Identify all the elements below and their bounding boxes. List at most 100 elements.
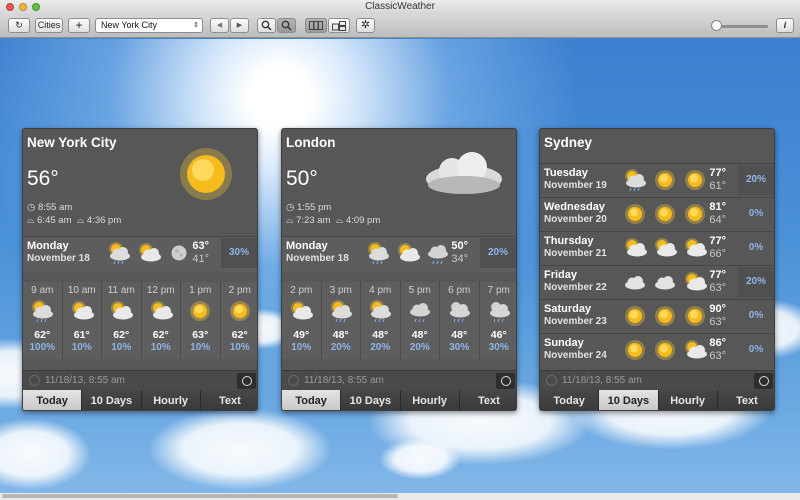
sun-icon bbox=[227, 299, 253, 323]
hour-cell[interactable]: 10 am 61° 10% bbox=[62, 282, 102, 359]
day-date: November 18 bbox=[27, 253, 90, 264]
sun-cloud-rain-icon bbox=[622, 168, 648, 192]
day-name: Sunday bbox=[544, 337, 584, 349]
tab-10-days[interactable]: 10 Days bbox=[341, 390, 401, 410]
sunset-time: 4:09 pm bbox=[345, 215, 381, 226]
precipitation-chance: 0% bbox=[748, 344, 764, 355]
hour-cell[interactable]: 11 am 62° 10% bbox=[102, 282, 142, 359]
tab-10-days[interactable]: 10 Days bbox=[82, 390, 142, 410]
sunrise-icon: ⌓ bbox=[286, 215, 294, 226]
hour-cell[interactable]: 2 pm 49° 10% bbox=[282, 282, 322, 359]
close-window-button[interactable] bbox=[6, 3, 14, 11]
forecast-day-row[interactable]: Saturday November 23 90° 63° 0% bbox=[540, 299, 774, 333]
hour-cell[interactable]: 12 pm 62° 10% bbox=[141, 282, 181, 359]
layout-grid-button[interactable] bbox=[328, 18, 350, 33]
circle-toggle-button[interactable] bbox=[754, 373, 773, 389]
precipitation-chance: 0% bbox=[748, 242, 764, 253]
forecast-day-row[interactable]: Wednesday November 20 81° 64° 0% bbox=[540, 197, 774, 231]
day-name: Monday bbox=[286, 240, 328, 252]
hour-time: 9 am bbox=[31, 285, 54, 296]
day-name: Tuesday bbox=[544, 167, 588, 179]
refresh-button[interactable]: ↻ bbox=[8, 18, 30, 33]
hour-cell[interactable]: 2 pm 62° 10% bbox=[220, 282, 257, 359]
hour-cell[interactable]: 3 pm 48° 20% bbox=[321, 282, 361, 359]
city-select[interactable]: New York City ⇕ bbox=[95, 18, 203, 33]
hour-time: 2 pm bbox=[228, 285, 251, 296]
circle-toggle-button[interactable] bbox=[237, 373, 256, 389]
local-time-row: ◷ 8:55 am bbox=[27, 202, 72, 213]
hour-cell[interactable]: 5 pm 48° 20% bbox=[400, 282, 440, 359]
sunrise-time: 6:45 am bbox=[37, 215, 72, 226]
low-temperature: 66° bbox=[709, 248, 726, 260]
hour-temperature: 48° bbox=[411, 329, 428, 341]
add-city-button[interactable]: + bbox=[68, 18, 90, 33]
magnifier-icon bbox=[281, 20, 292, 31]
tab-hourly[interactable]: Hourly bbox=[658, 390, 718, 410]
tab-today[interactable]: Today bbox=[282, 390, 342, 410]
cities-button[interactable]: Cities bbox=[35, 18, 63, 33]
cloud-icon bbox=[622, 270, 648, 294]
partly-cloudy-icon bbox=[148, 299, 174, 323]
precipitation-chance: 30% bbox=[221, 238, 257, 268]
hour-cell[interactable]: 9 am 62° 100% bbox=[23, 282, 63, 359]
sunrise-time: 7:23 am bbox=[296, 215, 331, 226]
precipitation-chance: 0% bbox=[748, 208, 764, 219]
cloud-icon bbox=[426, 152, 502, 194]
day-date: November 18 bbox=[286, 253, 349, 264]
tab-text[interactable]: Text bbox=[200, 390, 257, 410]
tab-today[interactable]: Today bbox=[540, 390, 600, 410]
circle-toggle-button[interactable] bbox=[496, 373, 515, 389]
settings-button[interactable]: ✲ bbox=[356, 18, 375, 33]
hour-cell[interactable]: 4 pm 48° 20% bbox=[361, 282, 401, 359]
tab-text[interactable]: Text bbox=[717, 390, 774, 410]
hour-cell[interactable]: 1 pm 63° 10% bbox=[181, 282, 221, 359]
forecast-day-row[interactable]: Sunday November 24 86° 63° 0% bbox=[540, 333, 774, 367]
zoom-in-button[interactable] bbox=[257, 18, 276, 33]
cloud-icon bbox=[652, 270, 678, 294]
layout-row-button[interactable] bbox=[305, 18, 327, 33]
back-button[interactable]: ◀ bbox=[210, 18, 229, 33]
info-button[interactable]: i bbox=[776, 18, 794, 33]
low-temperature: 63° bbox=[709, 282, 726, 294]
tab-10-days[interactable]: 10 Days bbox=[599, 390, 659, 410]
sun-icon bbox=[652, 304, 678, 328]
local-time: 8:55 am bbox=[37, 202, 73, 213]
clock-icon bbox=[288, 375, 299, 386]
hour-cell[interactable]: 7 pm 46° 30% bbox=[479, 282, 516, 359]
tab-today[interactable]: Today bbox=[23, 390, 83, 410]
zoom-window-button[interactable] bbox=[32, 3, 40, 11]
hour-precipitation: 10% bbox=[190, 342, 211, 353]
hour-precipitation: 20% bbox=[330, 342, 351, 353]
scrollbar-thumb[interactable] bbox=[2, 494, 398, 498]
minimize-window-button[interactable] bbox=[19, 3, 27, 11]
sunset-time: 4:36 pm bbox=[86, 215, 122, 226]
window-title: ClassicWeather bbox=[365, 1, 435, 12]
sun-icon bbox=[622, 202, 648, 226]
forecast-day-row[interactable]: Tuesday November 19 77° 61° 20% bbox=[540, 163, 774, 197]
hour-cell[interactable]: 6 pm 48° 30% bbox=[440, 282, 480, 359]
today-row[interactable]: Monday November 18 50° 34° 20% bbox=[282, 236, 516, 272]
cloud-rain-icon bbox=[407, 299, 433, 323]
hour-precipitation: 20% bbox=[409, 342, 430, 353]
city-card-sydney[interactable]: Sydney Tuesday November 19 77° 61° 20% W… bbox=[539, 128, 775, 411]
hour-precipitation: 20% bbox=[370, 342, 391, 353]
forecast-day-row[interactable]: Friday November 22 77° 63° 20% bbox=[540, 265, 774, 299]
city-card-new-york[interactable]: New York City 56° ◷ 8:55 am ⌓ 6:45 am ⌓ … bbox=[22, 128, 258, 411]
sunset-icon: ⌓ bbox=[335, 215, 344, 226]
tab-hourly[interactable]: Hourly bbox=[141, 390, 201, 410]
forecast-day-row[interactable]: Thursday November 21 77° 66° 0% bbox=[540, 231, 774, 265]
high-temperature: 86° bbox=[709, 337, 726, 349]
tab-text[interactable]: Text bbox=[459, 390, 516, 410]
hour-temperature: 49° bbox=[293, 329, 310, 341]
hour-time: 2 pm bbox=[290, 285, 313, 296]
day-name: Friday bbox=[544, 269, 578, 281]
city-card-london[interactable]: London 50° ◷ 1:55 pm ⌓ 7:23 am ⌓ 4:09 pm… bbox=[281, 128, 517, 411]
zoom-out-button[interactable] bbox=[277, 18, 296, 33]
day-name: Monday bbox=[27, 240, 69, 252]
partly-cloudy-icon bbox=[395, 241, 421, 265]
forward-button[interactable]: ▶ bbox=[230, 18, 249, 33]
tab-hourly[interactable]: Hourly bbox=[400, 390, 460, 410]
size-slider-thumb[interactable] bbox=[711, 20, 722, 31]
day-date: November 22 bbox=[544, 282, 607, 293]
today-row[interactable]: Monday November 18 63° 41° 30% bbox=[23, 236, 257, 272]
